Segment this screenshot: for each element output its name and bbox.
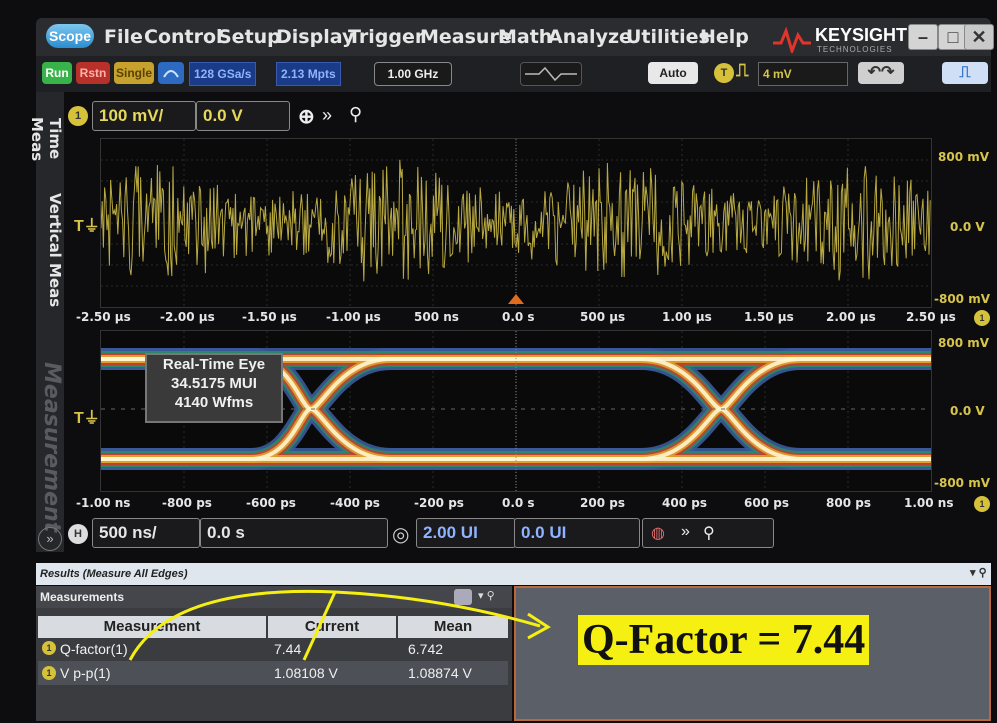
annotation-arrow bbox=[128, 589, 551, 661]
